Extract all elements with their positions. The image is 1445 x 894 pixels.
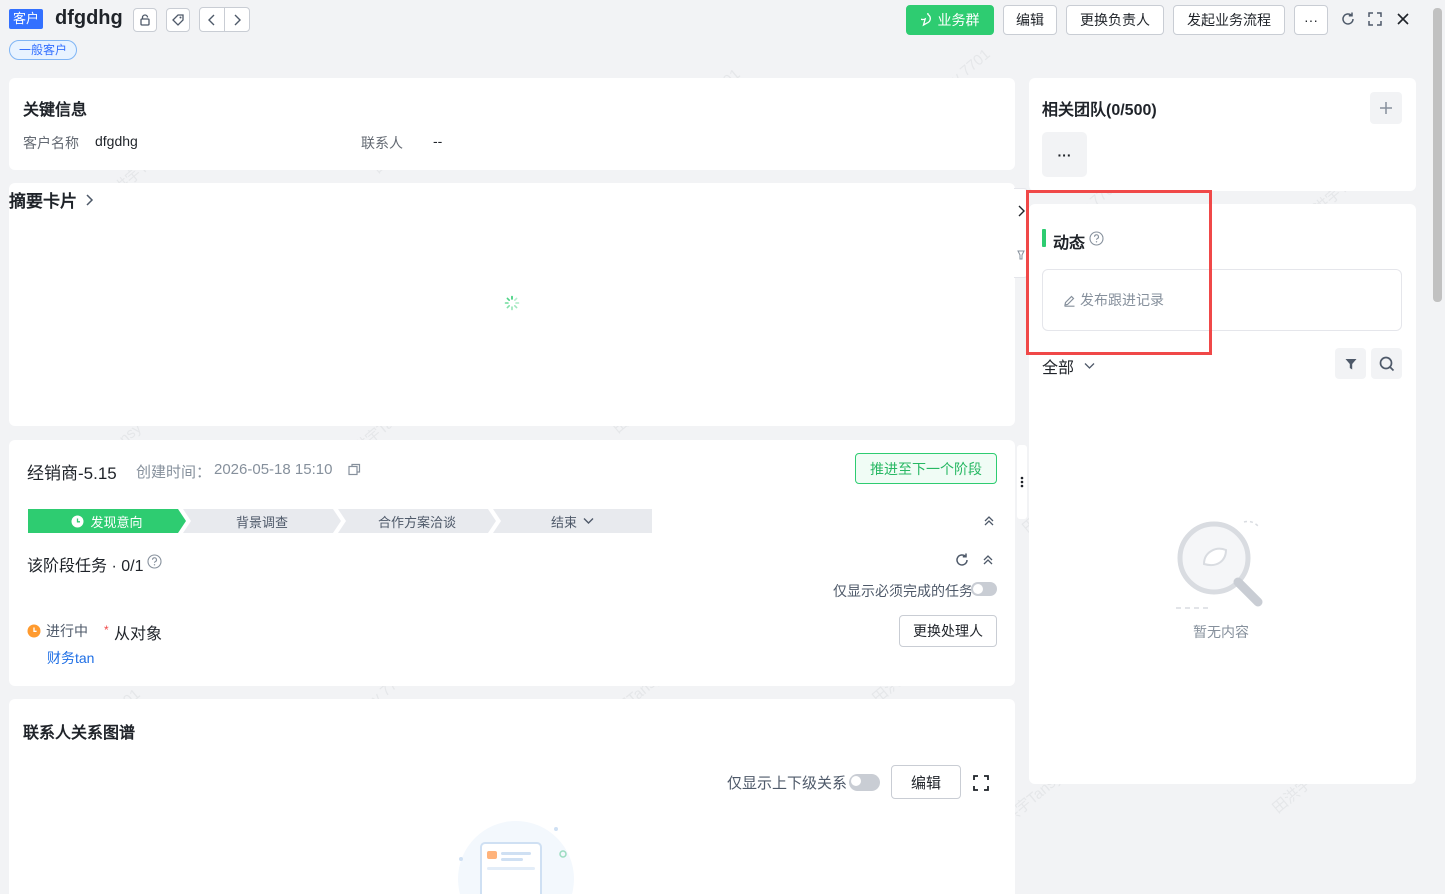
summary-header[interactable]: 摘要卡片 [9,187,97,212]
stage-step-background-check[interactable]: 背景调查 [183,509,341,533]
empty-magnifier-illustration [1172,516,1272,616]
task-name[interactable]: 从对象 [114,620,162,644]
record-title: dfgdhg [55,7,123,29]
record-type-badge: 客户 [9,9,44,29]
expand-graph-icon[interactable] [971,773,991,793]
drag-dots-icon [1020,476,1024,488]
change-handler-button[interactable]: 更换处理人 [899,615,997,647]
collapse-stages-chevron-up-icon[interactable] [981,513,997,529]
collapse-tasks-chevron-up-icon[interactable] [980,552,996,568]
help-icon[interactable] [147,554,162,569]
start-business-flow-button[interactable]: 发起业务流程 [1173,5,1285,35]
activity-filter-label: 全部 [1042,360,1075,377]
tag-icon[interactable] [166,8,190,32]
refresh-icon[interactable] [1339,10,1357,28]
clock-icon [71,515,84,527]
task-status: 进行中 [27,621,88,641]
chevron-down-icon [1084,363,1095,369]
customer-level-tag: 一般客户 [9,40,78,60]
fullscreen-icon[interactable] [1366,10,1384,28]
empty-state-text: 暂无内容 [1193,624,1249,640]
business-group-button[interactable]: 业务群 [906,5,994,35]
required-asterisk: * [104,623,109,637]
relation-edit-button[interactable]: 编辑 [891,765,961,799]
team-more-button[interactable]: ··· [1042,132,1087,177]
stage-step-label: 合作方案洽谈 [377,514,456,530]
pin-icon [1017,250,1025,260]
chevron-right-icon [86,193,94,206]
lock-icon[interactable] [133,8,157,32]
summary-card: 摘要卡片 [9,183,1015,426]
chat-bubble-icon [920,13,931,27]
stage-task-title: 该阶段任务 · 0/1 [27,558,144,575]
loading-spinner-icon [504,295,520,311]
stage-process-name: 经销商-5.15 [27,464,117,483]
close-icon[interactable] [1394,10,1412,28]
task-assignee-link[interactable]: 财务tan [47,648,94,668]
stage-step-label: 结束 [550,514,577,530]
task-status-label: 进行中 [46,623,88,639]
highlight-box [1026,190,1212,355]
search-icon[interactable] [1371,348,1402,379]
more-actions-button[interactable]: ··· [1294,5,1328,35]
in-progress-clock-icon [27,624,41,638]
copy-icon[interactable] [348,463,361,476]
customer-name-value: dfgdhg [95,133,138,149]
empty-graph-illustration [441,819,591,894]
key-info-title: 关键信息 [23,102,88,119]
column-resize-handle[interactable] [1017,445,1027,519]
stage-step-label: 发现意向 [90,514,143,530]
add-member-plus-icon[interactable] [1370,92,1402,124]
filter-funnel-icon[interactable] [1335,348,1366,379]
business-group-label: 业务群 [937,12,980,28]
chevron-right-icon [1018,205,1025,217]
stage-step-cooperation[interactable]: 合作方案洽谈 [338,509,496,533]
created-time-value: 2026-05-18 15:10 [214,461,333,478]
change-owner-button[interactable]: 更换负责人 [1066,5,1164,35]
only-required-toggle[interactable] [971,582,997,596]
contact-value: -- [433,133,443,149]
only-hierarchy-label: 仅显示上下级关系 [727,775,848,792]
advance-stage-button[interactable]: 推进至下一个阶段 [855,453,997,484]
summary-title: 摘要卡片 [9,192,77,211]
relation-graph-card: 联系人关系图谱 仅显示上下级关系 编辑 [9,699,1015,894]
next-record-chevron-right-icon[interactable] [225,8,249,31]
scrollbar-track [1430,0,1445,894]
record-nav [199,7,250,32]
only-required-label: 仅显示必须完成的任务 [833,583,973,599]
key-info-card: 关键信息 客户名称 dfgdhg 联系人 -- [9,78,1015,170]
contact-label: 联系人 [361,135,403,151]
chevron-down-icon [583,518,594,524]
activity-filter-dropdown[interactable]: 全部 [1042,354,1095,378]
previous-record-chevron-left-icon[interactable] [200,8,225,31]
only-hierarchy-toggle[interactable] [849,774,880,791]
edit-button[interactable]: 编辑 [1003,5,1057,35]
customer-name-label: 客户名称 [23,135,79,151]
stage-step-discover[interactable]: 发现意向 [28,509,186,533]
created-time-label: 创建时间： [136,464,212,481]
relation-graph-title: 联系人关系图谱 [23,725,136,742]
related-team-title: 相关团队(0/500) [1042,102,1157,119]
refresh-tasks-icon[interactable] [953,551,971,569]
stage-step-label: 背景调查 [235,514,288,530]
related-team-card: 相关团队(0/500) ··· [1029,78,1416,191]
stage-step-end[interactable]: 结束 [493,509,652,533]
scrollbar-thumb[interactable] [1433,8,1442,302]
